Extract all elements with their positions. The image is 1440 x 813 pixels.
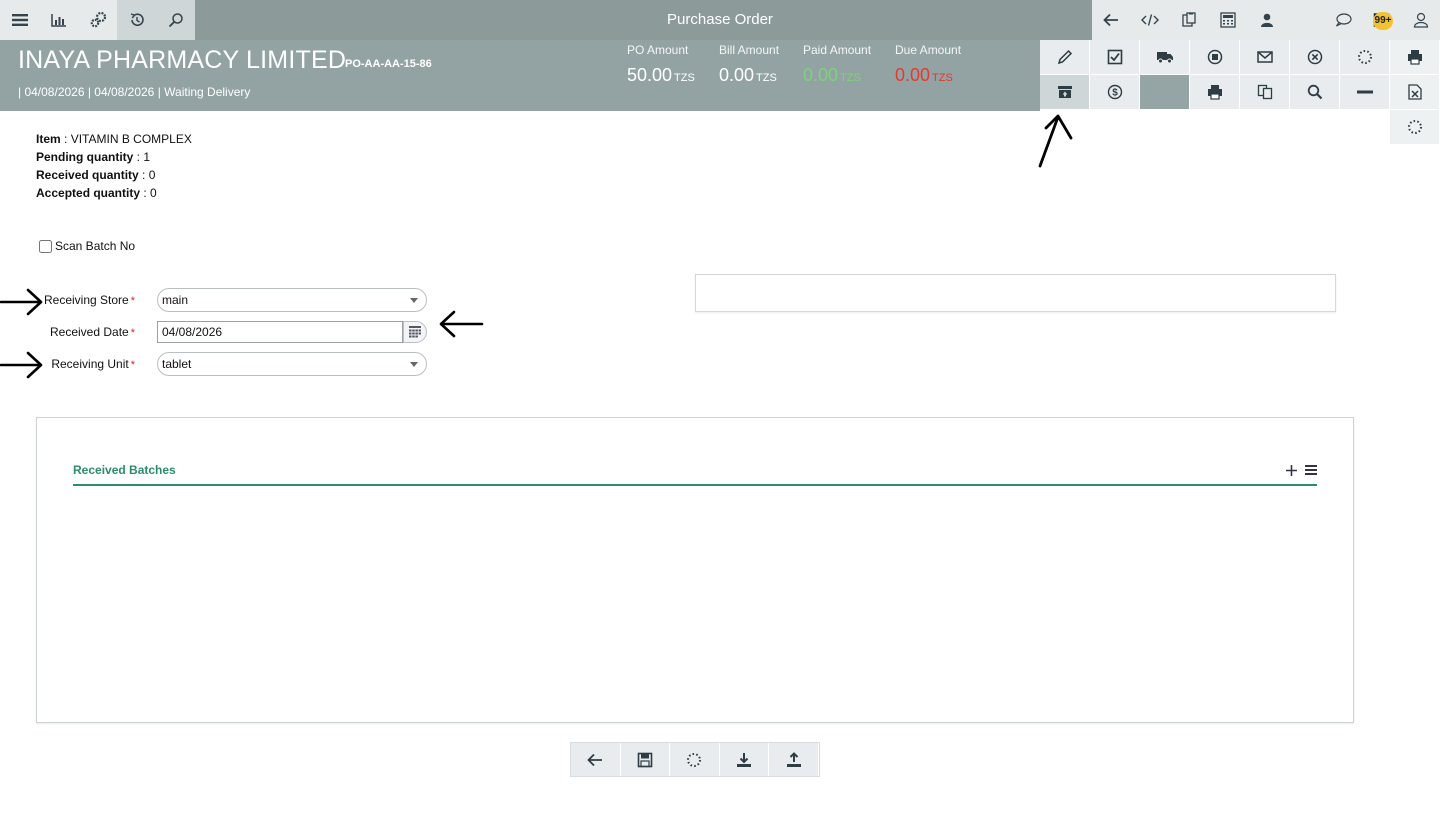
receiving-unit-row: Receiving Unit * tablet bbox=[0, 352, 430, 376]
paid-amount-value: 0.00 bbox=[803, 65, 839, 85]
received-date-label: Received Date bbox=[50, 325, 129, 339]
chevron-down-icon bbox=[410, 362, 418, 367]
receiving-unit-select[interactable]: tablet bbox=[157, 352, 427, 376]
po-amount-currency: TZS bbox=[674, 72, 695, 84]
item-line: Item : VITAMIN B COMPLEX bbox=[36, 132, 192, 146]
calculator-icon[interactable] bbox=[1208, 0, 1247, 40]
receiving-store-value: main bbox=[162, 293, 189, 307]
received-date-value: 04/08/2026 bbox=[162, 325, 223, 339]
cancel-icon[interactable] bbox=[1290, 40, 1340, 75]
due-amount-currency: TZS bbox=[932, 72, 953, 84]
pending-quantity: 1 bbox=[143, 150, 151, 164]
accepted-quantity: 0 bbox=[150, 186, 157, 200]
add-icon[interactable] bbox=[1283, 462, 1299, 478]
back-arrow-icon[interactable] bbox=[571, 743, 621, 776]
received-batches-title: Received Batches bbox=[73, 463, 176, 477]
item-name: VITAMIN B COMPLEX bbox=[70, 132, 192, 146]
accepted-quantity-line: Accepted quantity : 0 bbox=[36, 186, 157, 200]
receiving-store-select[interactable]: main bbox=[157, 288, 427, 312]
po-amount-label: PO Amount bbox=[627, 43, 689, 57]
annotation-arrow bbox=[439, 310, 484, 338]
chevron-down-icon bbox=[410, 298, 418, 303]
scan-batch-checkbox[interactable] bbox=[39, 239, 52, 253]
company-name: INAYA PHARMACY LIMITED bbox=[18, 46, 347, 74]
copy-icon[interactable] bbox=[1240, 75, 1290, 110]
user-icon[interactable] bbox=[1401, 0, 1440, 40]
po-dates-status: | 04/08/2026 | 04/08/2026 | Waiting Deli… bbox=[18, 85, 251, 99]
item-info: Item : VITAMIN B COMPLEX Pending quantit… bbox=[36, 130, 192, 202]
bottom-toolbar bbox=[570, 742, 820, 777]
due-amount-label: Due Amount bbox=[895, 43, 962, 57]
chat-icon[interactable] bbox=[1324, 0, 1363, 40]
save-icon[interactable] bbox=[620, 743, 671, 776]
bill-amount-label: Bill Amount bbox=[719, 43, 780, 57]
list-menu-icon[interactable] bbox=[1303, 462, 1319, 478]
back-arrow-icon[interactable] bbox=[1092, 0, 1131, 40]
required-mark: * bbox=[130, 359, 135, 371]
loading-icon[interactable] bbox=[1390, 110, 1440, 145]
paid-amount-label: Paid Amount bbox=[803, 43, 872, 57]
po-header: INAYA PHARMACY LIMITED PO-AA-AA-15-86 | … bbox=[0, 40, 1040, 111]
truck-delivery-icon[interactable] bbox=[1140, 40, 1190, 75]
code-icon[interactable] bbox=[1131, 0, 1170, 40]
info-panel-box bbox=[695, 274, 1336, 312]
notification-badge: 99+ bbox=[1373, 12, 1393, 30]
download-icon[interactable] bbox=[719, 743, 770, 776]
calendar-icon[interactable] bbox=[403, 321, 427, 343]
minus-icon[interactable] bbox=[1340, 75, 1390, 110]
bill-amount-currency: TZS bbox=[756, 72, 777, 84]
annotation-arrow bbox=[0, 351, 43, 379]
paid-amount-currency: TZS bbox=[840, 72, 861, 84]
receive-inbox-icon[interactable] bbox=[1040, 75, 1090, 110]
loading-icon[interactable] bbox=[1340, 40, 1390, 75]
search-icon[interactable] bbox=[1290, 75, 1340, 110]
annotation-arrow bbox=[1038, 114, 1073, 168]
received-batches-panel: Received Batches bbox=[36, 417, 1354, 723]
loading-icon[interactable] bbox=[670, 743, 720, 776]
checkbox-approve-icon[interactable] bbox=[1090, 40, 1140, 75]
stop-icon[interactable] bbox=[1190, 40, 1240, 75]
received-quantity: 0 bbox=[148, 168, 156, 182]
upload-icon[interactable] bbox=[769, 743, 819, 776]
email-icon[interactable] bbox=[1240, 40, 1290, 75]
required-mark: * bbox=[130, 327, 135, 339]
section-divider bbox=[73, 484, 1317, 486]
empty-action-slot bbox=[1140, 75, 1190, 110]
received-date-row: Received Date * 04/08/2026 bbox=[0, 321, 430, 343]
due-amount: Due Amount 0.00 TZS bbox=[895, 43, 961, 86]
excel-export-icon[interactable] bbox=[1390, 75, 1440, 110]
action-grid: $ bbox=[1040, 40, 1440, 145]
due-amount-value: 0.00 bbox=[895, 65, 931, 85]
paid-amount: Paid Amount 0.00 TZS bbox=[803, 43, 871, 86]
required-mark: * bbox=[130, 295, 135, 307]
edit-icon[interactable] bbox=[1040, 40, 1090, 75]
po-number: PO-AA-AA-15-86 bbox=[345, 58, 432, 70]
user-group-icon[interactable] bbox=[1247, 0, 1286, 40]
receiving-unit-value: tablet bbox=[162, 357, 192, 371]
bill-amount-value: 0.00 bbox=[719, 65, 755, 85]
received-date-input[interactable]: 04/08/2026 bbox=[157, 321, 403, 343]
clipboard-icon[interactable] bbox=[1170, 0, 1209, 40]
scan-batch-checkbox-row[interactable]: Scan Batch No bbox=[39, 239, 135, 253]
po-amount: PO Amount 50.00 TZS bbox=[627, 43, 695, 86]
receiving-store-label: Receiving Store bbox=[44, 293, 129, 307]
print-icon[interactable] bbox=[1190, 75, 1240, 110]
svg-text:$: $ bbox=[1112, 88, 1118, 99]
print-icon[interactable] bbox=[1390, 40, 1440, 75]
receiving-store-row: Receiving Store * main bbox=[0, 288, 430, 312]
bill-amount: Bill Amount 0.00 TZS bbox=[719, 43, 779, 86]
receiving-unit-label: Receiving Unit bbox=[51, 357, 129, 371]
received-quantity-line: Received quantity : 0 bbox=[36, 168, 156, 182]
scan-batch-label: Scan Batch No bbox=[55, 239, 136, 253]
payment-dollar-icon[interactable]: $ bbox=[1090, 75, 1140, 110]
po-amount-value: 50.00 bbox=[627, 65, 673, 85]
annotation-arrow bbox=[0, 288, 43, 316]
top-bar: Purchase Order 99+ bbox=[0, 0, 1440, 40]
pending-quantity-line: Pending quantity : 1 bbox=[36, 150, 151, 164]
